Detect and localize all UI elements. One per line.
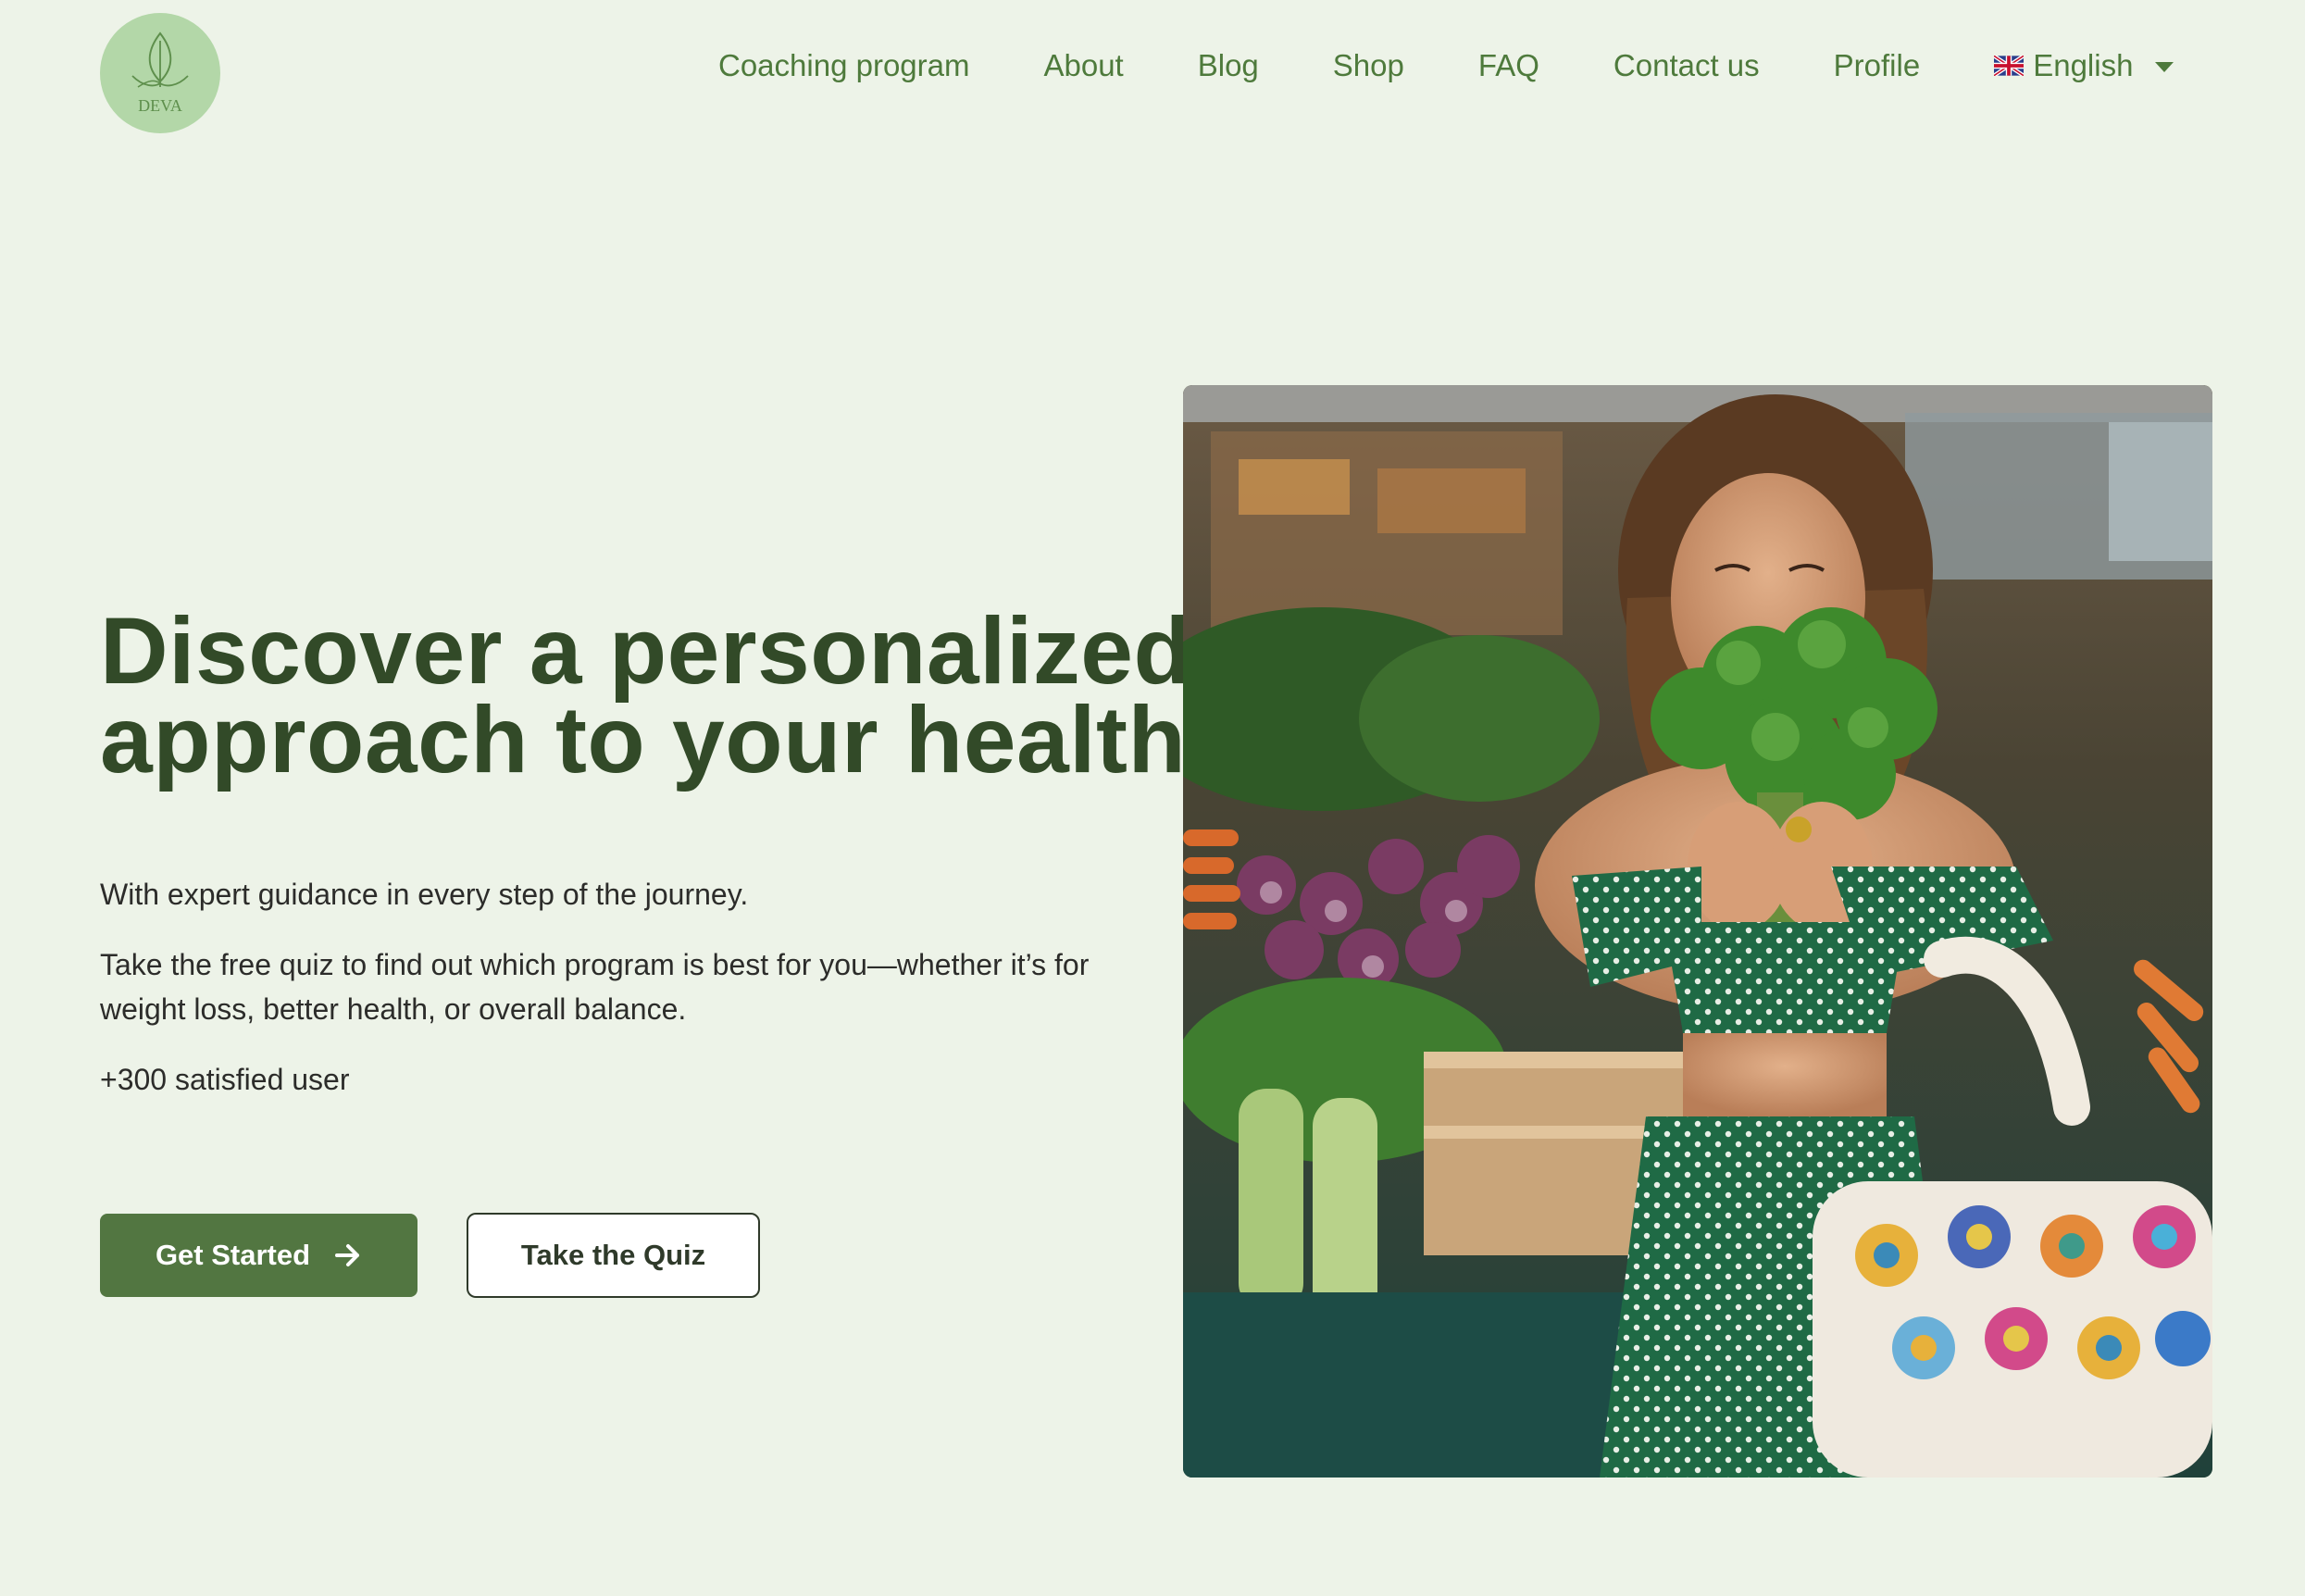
get-started-button[interactable]: Get Started (100, 1214, 417, 1297)
nav-profile[interactable]: Profile (1834, 48, 1921, 83)
take-quiz-label: Take the Quiz (520, 1239, 706, 1271)
svg-text:DEVA: DEVA (138, 96, 182, 115)
nav-shop[interactable]: Shop (1333, 48, 1404, 83)
main-nav: Coaching program About Blog Shop FAQ Con… (718, 48, 2212, 83)
hero-subtitle: With expert guidance in every step of th… (100, 878, 749, 911)
language-selector[interactable]: English (1994, 48, 2174, 83)
hero-title: Discover a personalized approach to your… (100, 598, 1192, 792)
chevron-down-icon (2155, 61, 2174, 72)
uk-flag-icon (1994, 56, 2025, 76)
nav-coaching-program[interactable]: Coaching program (718, 48, 969, 83)
satisfied-users-count: +300 satisfied user (100, 1063, 350, 1096)
hero-quiz-description: Take the free quiz to find out which pro… (100, 948, 1090, 1026)
nav-faq[interactable]: FAQ (1478, 48, 1539, 83)
take-quiz-button[interactable]: Take the Quiz (467, 1213, 760, 1298)
leaf-logo-icon: DEVA (131, 31, 189, 115)
nav-about[interactable]: About (1043, 48, 1123, 83)
arrow-right-icon (335, 1244, 360, 1266)
language-label: English (2033, 48, 2134, 82)
nav-contact-us[interactable]: Contact us (1614, 48, 1760, 83)
landing-page: DEVA Coaching program About Blog Shop FA… (0, 0, 2305, 1596)
hero-image (1183, 385, 2212, 1478)
brand-logo[interactable]: DEVA (100, 13, 220, 133)
market-photo (1183, 385, 2212, 1478)
get-started-label: Get Started (155, 1239, 311, 1271)
nav-blog[interactable]: Blog (1198, 48, 1259, 83)
